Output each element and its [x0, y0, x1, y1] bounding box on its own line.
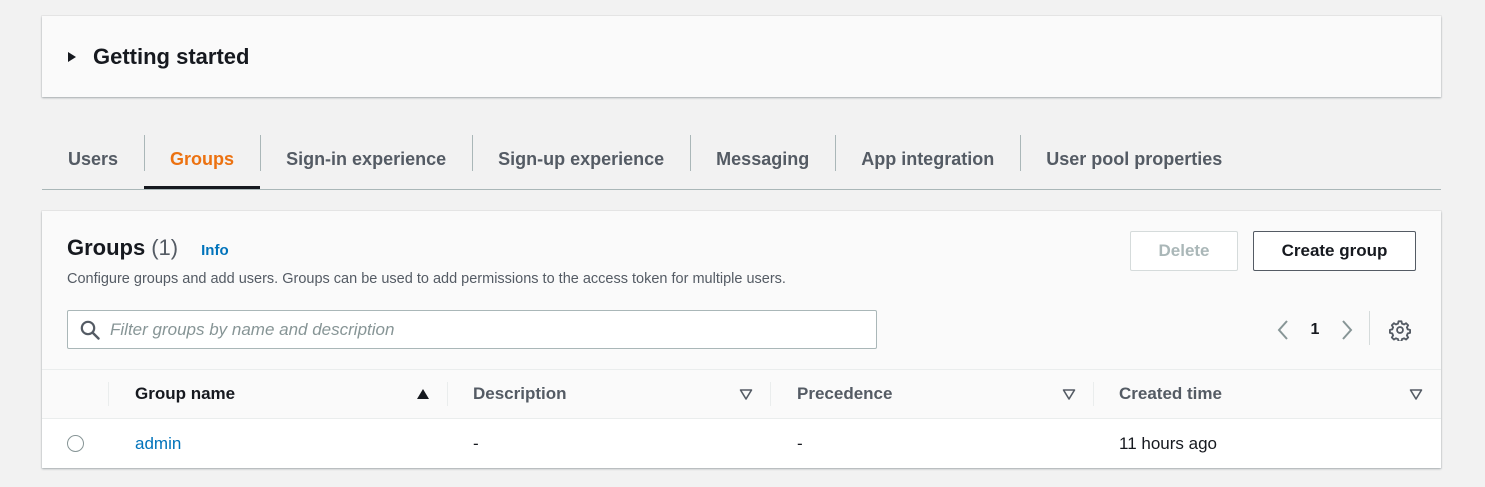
sort-icon[interactable] — [1409, 387, 1423, 401]
group-name-cell: admin — [135, 419, 181, 468]
table-row: admin - - 11 hours ago — [42, 419, 1441, 468]
caret-right-icon — [68, 51, 76, 62]
search-input[interactable] — [108, 311, 876, 348]
tab-label: Groups — [170, 148, 235, 169]
tab-bar: Users Groups Sign-in experience Sign-up … — [42, 130, 1441, 190]
gear-icon[interactable] — [1385, 315, 1415, 345]
column-divider — [1093, 382, 1094, 406]
tab-app-integration[interactable]: App integration — [835, 130, 1020, 188]
sort-icon[interactable] — [739, 387, 753, 401]
chevron-right-icon[interactable] — [1334, 315, 1360, 345]
created-time-cell: 11 hours ago — [1119, 433, 1217, 453]
tab-label: Sign-up experience — [498, 148, 665, 169]
tab-messaging[interactable]: Messaging — [690, 130, 835, 188]
groups-description: Configure groups and add users. Groups c… — [67, 271, 786, 287]
group-name-link[interactable]: admin — [135, 434, 181, 454]
divider — [1369, 311, 1370, 345]
column-header-description[interactable]: Description — [473, 370, 753, 418]
chevron-left-icon[interactable] — [1270, 315, 1296, 345]
tab-user-pool-properties[interactable]: User pool properties — [1020, 130, 1248, 188]
table-header: Group name Description Precedence Create… — [42, 369, 1441, 419]
column-divider — [770, 382, 771, 406]
column-label: Created time — [1119, 384, 1222, 403]
tab-groups[interactable]: Groups — [144, 130, 261, 189]
tab-label: Users — [68, 148, 119, 169]
sort-ascending-icon[interactable] — [416, 387, 430, 401]
column-header-precedence[interactable]: Precedence — [797, 370, 1077, 418]
tab-sign-up-experience[interactable]: Sign-up experience — [472, 130, 690, 188]
column-label: Description — [473, 384, 567, 403]
column-divider — [447, 382, 448, 406]
getting-started-expander[interactable]: Getting started — [42, 16, 1441, 97]
column-label: Group name — [135, 384, 236, 403]
create-group-button[interactable]: Create group — [1253, 231, 1416, 271]
groups-count: (1) — [151, 235, 179, 260]
column-header-created-time[interactable]: Created time — [1119, 370, 1399, 418]
groups-container: Groups (1) Info Configure groups and add… — [42, 211, 1441, 468]
groups-header: Groups (1) Info — [67, 235, 229, 261]
page-title: Groups — [67, 235, 146, 260]
tab-label: App integration — [861, 148, 995, 169]
pagination: 1 — [1270, 315, 1360, 345]
column-divider — [108, 382, 109, 406]
tab-label: Messaging — [716, 148, 810, 169]
page-number[interactable]: 1 — [1296, 321, 1334, 339]
tab-sign-in-experience[interactable]: Sign-in experience — [260, 130, 472, 188]
row-select-radio[interactable] — [67, 435, 84, 452]
column-label: Precedence — [797, 384, 893, 403]
search-icon — [72, 311, 108, 348]
info-link[interactable]: Info — [201, 242, 229, 259]
delete-button[interactable]: Delete — [1130, 231, 1238, 271]
tab-label: Sign-in experience — [286, 148, 447, 169]
search-box — [67, 310, 877, 349]
tab-users[interactable]: Users — [42, 130, 144, 188]
getting-started-title: Getting started — [93, 43, 250, 69]
column-header-group-name[interactable]: Group name — [135, 370, 435, 418]
precedence-cell: - — [797, 433, 803, 453]
description-cell: - — [473, 433, 479, 453]
sort-icon[interactable] — [1062, 387, 1076, 401]
tab-label: User pool properties — [1046, 148, 1223, 169]
